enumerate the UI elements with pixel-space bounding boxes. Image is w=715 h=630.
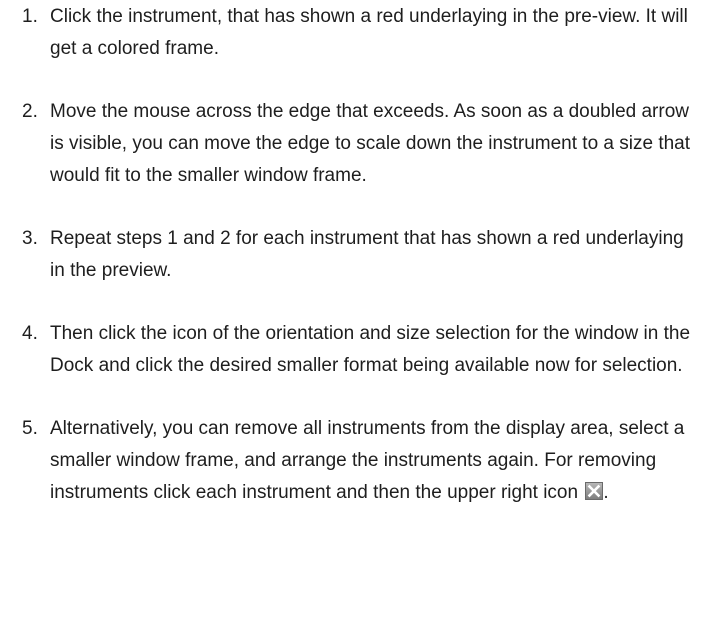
step-text: Then click the icon of the orientation a… <box>50 323 691 376</box>
step-3: 3. Repeat steps 1 and 2 for each instrum… <box>0 223 715 287</box>
step-number: 5. <box>22 418 38 439</box>
step-text: Move the mouse across the edge that exce… <box>50 101 691 186</box>
steps-list: 1. Click the instrument, that has shown … <box>0 1 715 509</box>
step-4: 4. Then click the icon of the orientatio… <box>0 318 715 382</box>
step-1: 1. Click the instrument, that has shown … <box>0 1 715 65</box>
step-text-end: . <box>603 482 609 503</box>
close-x-icon <box>585 482 604 500</box>
step-number: 1. <box>22 6 38 27</box>
step-text: Repeat steps 1 and 2 for each instrument… <box>50 228 684 281</box>
step-number: 2. <box>22 101 38 122</box>
instructions-document: 1. Click the instrument, that has shown … <box>0 0 715 630</box>
step-5: 5. Alternatively, you can remove all ins… <box>0 413 715 509</box>
step-number: 3. <box>22 228 38 249</box>
step-2: 2. Move the mouse across the edge that e… <box>0 96 715 192</box>
step-number: 4. <box>22 323 38 344</box>
step-text: Click the instrument, that has shown a r… <box>50 6 688 59</box>
